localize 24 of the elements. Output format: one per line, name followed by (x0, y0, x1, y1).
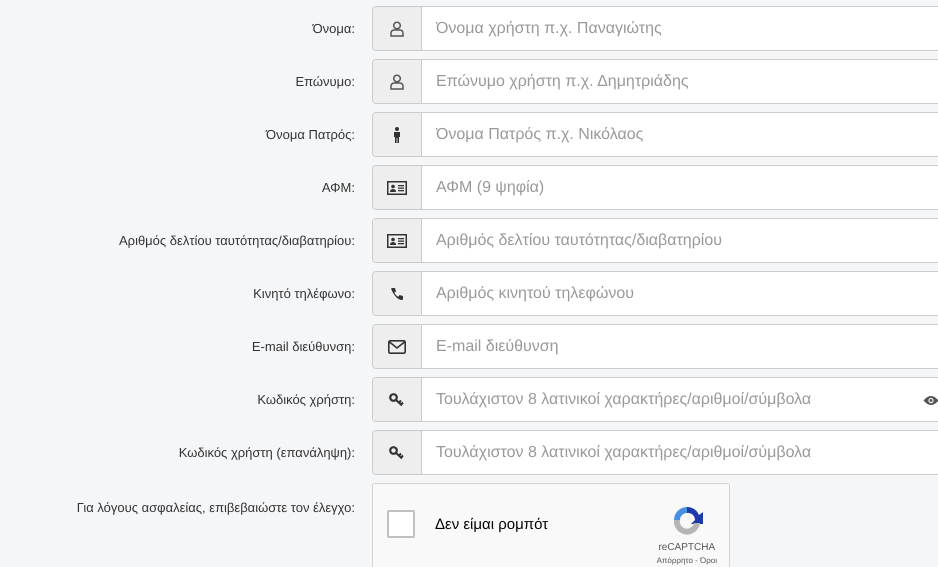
field-label: Κινητό τηλέφωνο: (252, 286, 355, 301)
person-icon (393, 126, 401, 142)
eye-icon[interactable] (923, 395, 938, 406)
user-icon (390, 20, 404, 36)
field-label: ΑΦΜ: (320, 180, 355, 195)
user-icon (390, 74, 404, 90)
field-label: Αριθμός δελτίου ταυτότητας/διαβατηρίου: (118, 233, 355, 248)
checkbox[interactable] (387, 510, 415, 538)
field-label: E-mail διεύθυνση: (250, 339, 355, 354)
key-icon (389, 446, 405, 460)
field-label: Όνομα Πατρός: (264, 127, 355, 142)
field-label: Όνομα: (311, 21, 355, 36)
captcha-text: Δεν είμαι ρομπότ (435, 516, 550, 532)
field-label: Επώνυμο: (294, 74, 355, 89)
captcha-links[interactable]: Απόρρητο - Όροι (656, 556, 717, 564)
field-label: Κωδικός χρήστη: (256, 392, 355, 407)
field-label: Για λόγους ασφαλείας, επιβεβαιώστε τον έλεγχο: (76, 499, 355, 515)
envelope-icon (388, 340, 406, 354)
phone-icon (390, 286, 404, 300)
captcha-brand: reCAPTCHA (658, 542, 716, 552)
id-card-icon (387, 180, 407, 194)
key-icon (389, 392, 405, 406)
id-card-icon (387, 234, 407, 248)
field-label: Κωδικός χρήστη (επανάληψη): (178, 445, 355, 460)
